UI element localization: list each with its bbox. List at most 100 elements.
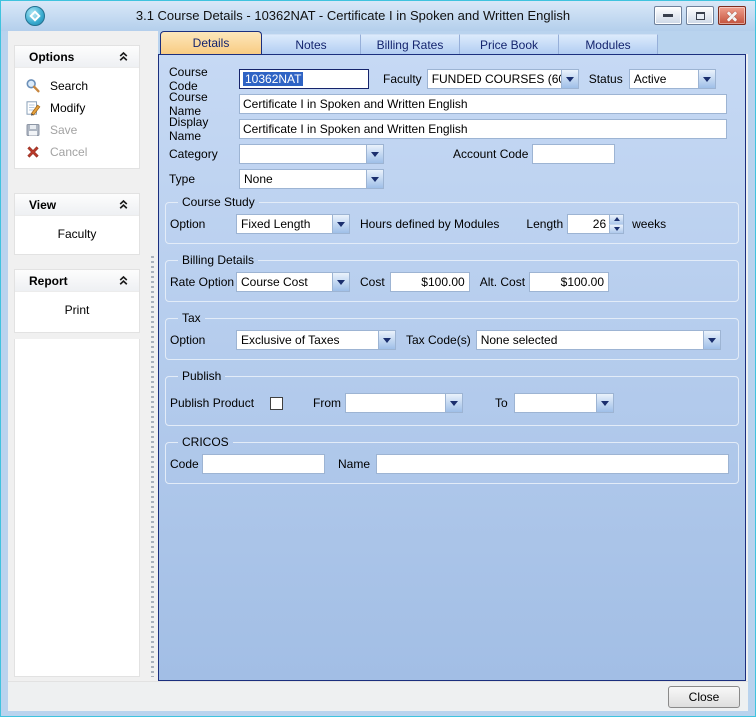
alt-cost-value: $100.00 bbox=[561, 275, 604, 289]
category-select[interactable] bbox=[239, 144, 384, 164]
tax-option-select[interactable]: Exclusive of Taxes bbox=[236, 330, 396, 350]
tax-group: Tax Option Exclusive of Taxes Tax Code(s… bbox=[165, 311, 739, 360]
spinner-down-icon[interactable] bbox=[609, 224, 623, 234]
cricos-code-input[interactable] bbox=[202, 454, 325, 474]
tax-codes-label: Tax Code(s) bbox=[406, 333, 471, 347]
window-controls bbox=[654, 6, 746, 25]
account-code-label: Account Code bbox=[453, 147, 528, 161]
course-study-option-value: Fixed Length bbox=[237, 217, 332, 231]
restore-button[interactable] bbox=[686, 6, 714, 25]
hours-note: Hours defined by Modules bbox=[360, 217, 499, 231]
length-stepper[interactable]: 26 bbox=[567, 214, 624, 234]
rate-option-value: Course Cost bbox=[237, 275, 332, 289]
publish-to-label: To bbox=[495, 396, 508, 410]
report-items: Print bbox=[15, 292, 139, 327]
save-icon bbox=[25, 122, 41, 138]
status-label: Status bbox=[589, 72, 623, 86]
panel-title: Options bbox=[29, 50, 74, 64]
sidebar-item-print[interactable]: Print bbox=[15, 299, 139, 321]
spinner-up-icon[interactable] bbox=[609, 215, 623, 224]
splitter[interactable] bbox=[151, 256, 154, 677]
sidebar-item-save[interactable]: Save bbox=[15, 119, 139, 141]
tab-notes[interactable]: Notes bbox=[262, 34, 361, 54]
sidebar-item-modify[interactable]: Modify bbox=[15, 97, 139, 119]
type-select[interactable]: None bbox=[239, 169, 384, 189]
tab-price-book[interactable]: Price Book bbox=[460, 34, 559, 54]
search-icon bbox=[25, 78, 41, 94]
course-code-value: 10362NAT bbox=[243, 72, 303, 86]
cost-value: $100.00 bbox=[421, 275, 464, 289]
course-study-group: Course Study Option Fixed Length Hours d… bbox=[165, 195, 739, 244]
sidebar-empty-area bbox=[14, 339, 140, 677]
bottom-bar: Close bbox=[8, 681, 748, 711]
length-stepper-buttons bbox=[609, 215, 623, 233]
main-area: Details Notes Billing Rates Price Book M… bbox=[158, 31, 748, 681]
report-panel: Report Print bbox=[14, 269, 140, 333]
chevron-down-icon bbox=[378, 331, 395, 349]
status-select[interactable]: Active bbox=[629, 69, 716, 89]
publish-product-checkbox[interactable] bbox=[270, 397, 283, 410]
tax-title: Tax bbox=[178, 311, 205, 325]
course-name-input[interactable]: Certificate I in Spoken and Written Engl… bbox=[239, 94, 727, 114]
item-label: Modify bbox=[50, 101, 85, 115]
publish-to-select[interactable] bbox=[514, 393, 614, 413]
tab-details[interactable]: Details bbox=[160, 31, 262, 54]
publish-from-select[interactable] bbox=[345, 393, 463, 413]
item-label: Print bbox=[65, 303, 90, 317]
app-body: Options Search bbox=[8, 31, 748, 711]
faculty-label: Faculty bbox=[383, 72, 422, 86]
item-label: Save bbox=[50, 123, 77, 137]
tax-codes-value: None selected bbox=[477, 333, 703, 347]
display-name-input[interactable]: Certificate I in Spoken and Written Engl… bbox=[239, 119, 727, 139]
tax-codes-select[interactable]: None selected bbox=[476, 330, 721, 350]
tax-option-label: Option bbox=[170, 333, 236, 347]
restore-icon bbox=[696, 12, 705, 20]
tab-billing-rates[interactable]: Billing Rates bbox=[361, 34, 460, 54]
rate-option-select[interactable]: Course Cost bbox=[236, 272, 350, 292]
panel-title: Report bbox=[29, 274, 68, 288]
faculty-select[interactable]: FUNDED COURSES (6003) bbox=[427, 69, 579, 89]
sidebar-item-faculty[interactable]: Faculty bbox=[15, 223, 139, 245]
chevron-down-icon bbox=[332, 215, 349, 233]
item-label: Cancel bbox=[50, 145, 87, 159]
options-items: Search Modify bbox=[15, 68, 139, 169]
report-panel-header[interactable]: Report bbox=[15, 270, 139, 292]
course-name-value: Certificate I in Spoken and Written Engl… bbox=[243, 97, 468, 111]
minimize-button[interactable] bbox=[654, 6, 682, 25]
sidebar-item-cancel[interactable]: Cancel bbox=[15, 141, 139, 163]
chevron-down-icon bbox=[366, 145, 383, 163]
cost-input[interactable]: $100.00 bbox=[390, 272, 470, 292]
close-button[interactable]: Close bbox=[668, 686, 740, 708]
close-window-button[interactable] bbox=[718, 6, 746, 25]
tax-option-value: Exclusive of Taxes bbox=[237, 333, 378, 347]
cricos-name-input[interactable] bbox=[376, 454, 729, 474]
length-label: Length bbox=[526, 217, 563, 231]
category-label: Category bbox=[169, 147, 239, 161]
cricos-name-label: Name bbox=[338, 457, 370, 471]
sidebar-item-search[interactable]: Search bbox=[15, 75, 139, 97]
window-title: 3.1 Course Details - 10362NAT - Certific… bbox=[61, 1, 645, 31]
view-panel-header[interactable]: View bbox=[15, 194, 139, 216]
course-study-title: Course Study bbox=[178, 195, 259, 209]
course-code-input[interactable]: 10362NAT bbox=[239, 69, 369, 89]
alt-cost-input[interactable]: $100.00 bbox=[529, 272, 609, 292]
course-details-window: 3.1 Course Details - 10362NAT - Certific… bbox=[0, 0, 756, 717]
panel-title: View bbox=[29, 198, 56, 212]
close-icon bbox=[725, 9, 739, 23]
rate-option-label: Rate Option bbox=[170, 275, 236, 289]
course-study-option-select[interactable]: Fixed Length bbox=[236, 214, 350, 234]
titlebar: 3.1 Course Details - 10362NAT - Certific… bbox=[1, 1, 755, 31]
tab-label: Details bbox=[193, 36, 230, 50]
tab-label: Notes bbox=[295, 38, 326, 52]
chevron-down-icon bbox=[698, 70, 715, 88]
collapse-chevron-icon bbox=[118, 199, 129, 210]
item-label: Search bbox=[50, 79, 88, 93]
options-panel-header[interactable]: Options bbox=[15, 46, 139, 68]
tab-modules[interactable]: Modules bbox=[559, 34, 658, 54]
course-name-label: Course Name bbox=[169, 90, 239, 118]
display-name-value: Certificate I in Spoken and Written Engl… bbox=[243, 122, 468, 136]
display-name-label: Display Name bbox=[169, 115, 239, 143]
collapse-chevron-icon bbox=[118, 275, 129, 286]
tab-label: Price Book bbox=[480, 38, 538, 52]
account-code-input[interactable] bbox=[532, 144, 615, 164]
